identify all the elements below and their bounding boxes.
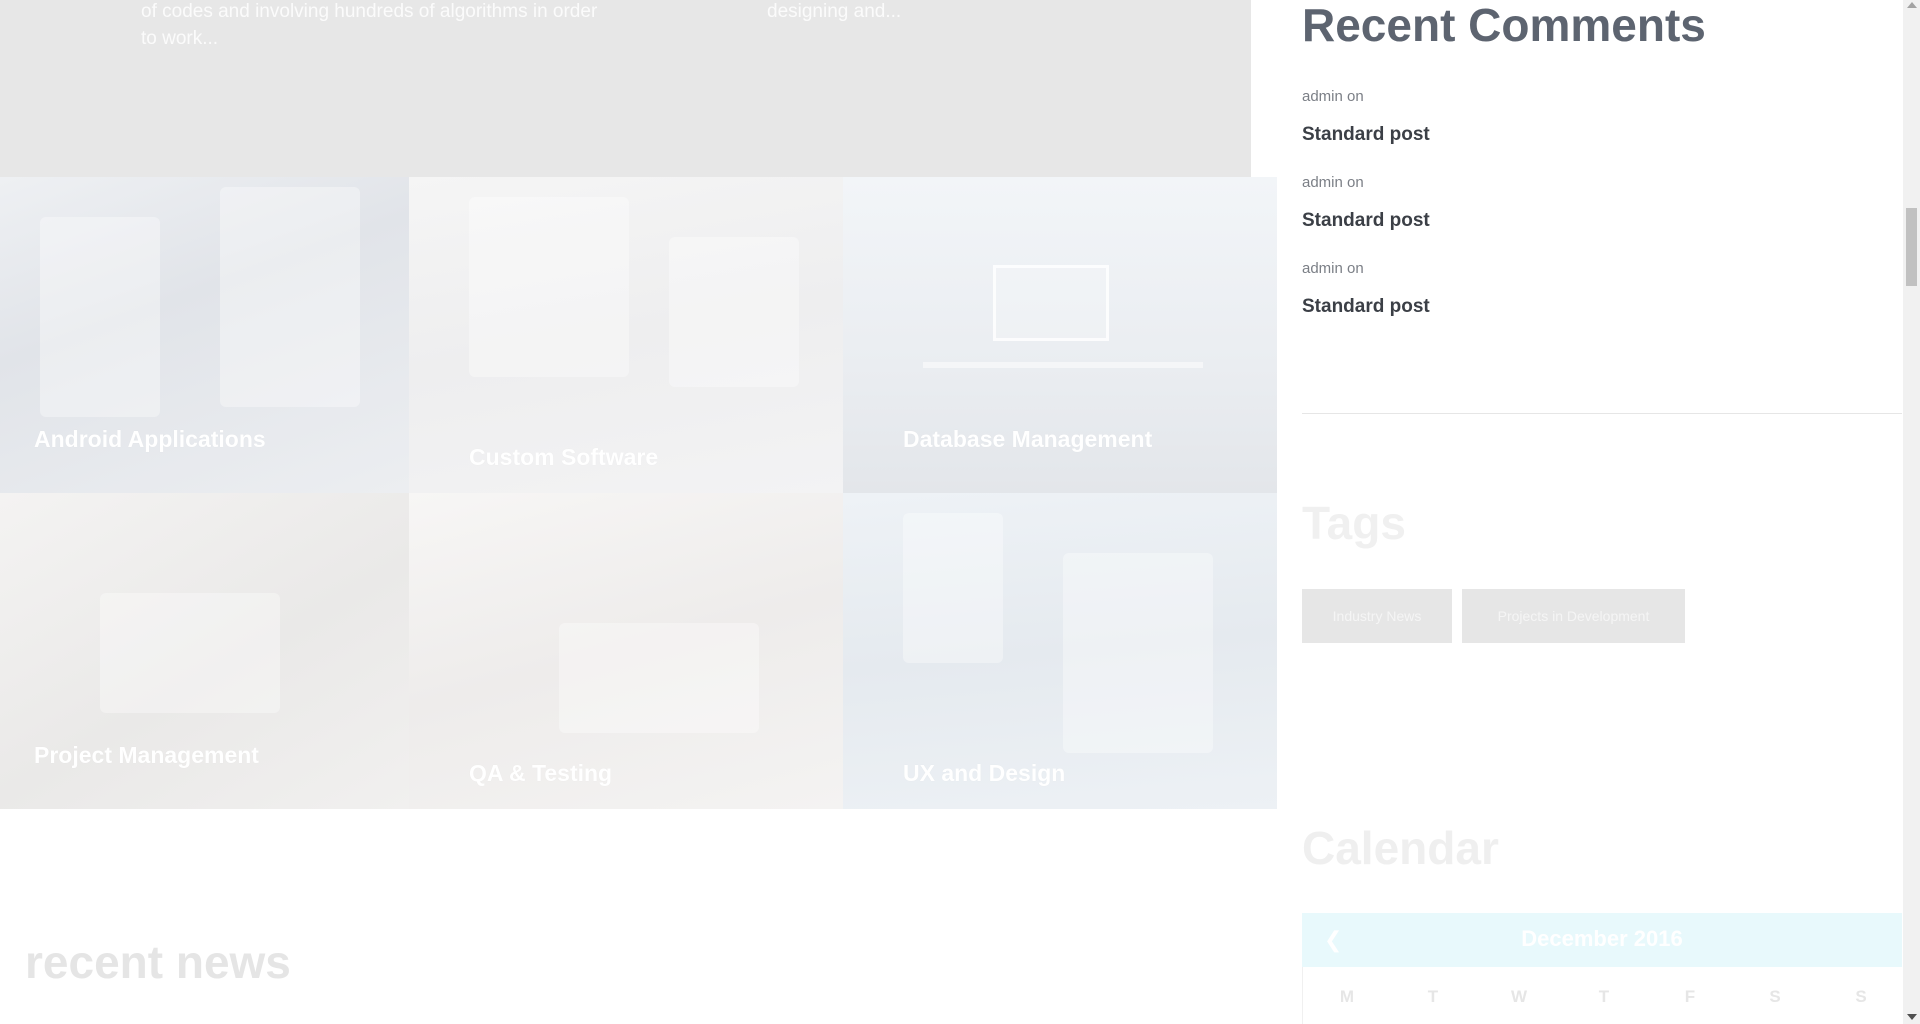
scroll-down-arrow-icon[interactable] (1907, 1014, 1917, 1020)
post-excerpt: of codes and involving hundreds of algor… (141, 1, 598, 49)
post-excerpt-strip: of codes and involving hundreds of algor… (0, 0, 1251, 177)
weekday: W (1510, 987, 1528, 1006)
weekday: F (1684, 987, 1696, 1006)
vertical-scrollbar[interactable] (1903, 0, 1920, 1024)
service-title: UX and Design (903, 760, 1066, 786)
services-grid: Android Applications Custom Software Dat… (0, 177, 1277, 809)
calendar-title: Calendar (1302, 822, 1499, 874)
service-tile-project-management[interactable]: Project Management (0, 493, 409, 809)
weekday: S (1769, 987, 1781, 1006)
comment-post-link[interactable]: Standard post (1302, 210, 1430, 232)
tag-industry-news[interactable]: Industry News (1302, 589, 1452, 643)
service-title: Project Management (34, 742, 259, 768)
service-title: QA & Testing (469, 760, 613, 786)
widget-divider (1302, 413, 1902, 414)
comment-meta: admin on (1302, 260, 1364, 277)
comment-meta: admin on (1302, 88, 1364, 105)
weekday: T (1427, 987, 1439, 1006)
service-title: Custom Software (469, 444, 659, 470)
service-title: Database Management (903, 426, 1153, 452)
calendar-header: ❮ December 2016 (1302, 913, 1902, 967)
comment-post-link[interactable]: Standard post (1302, 124, 1430, 146)
scroll-thumb[interactable] (1906, 208, 1917, 286)
weekday: T (1598, 987, 1610, 1006)
service-tile-custom-software[interactable]: Custom Software (409, 177, 843, 493)
weekday: S (1855, 987, 1867, 1006)
service-title: Android Applications (34, 426, 266, 452)
calendar-month: December 2016 (1521, 926, 1683, 951)
comment-post-link[interactable]: Standard post (1302, 296, 1430, 318)
recent-comments-title: Recent Comments (1302, 0, 1706, 51)
scroll-up-arrow-icon[interactable] (1907, 2, 1917, 8)
service-tile-ux-design[interactable]: UX and Design (843, 493, 1277, 809)
service-tile-database[interactable]: Database Management (843, 177, 1277, 493)
weekday: M (1339, 987, 1355, 1006)
post-excerpt: designing and... (767, 1, 902, 22)
service-tile-android[interactable]: Android Applications (0, 177, 409, 493)
calendar-weekdays: M T W T F S S (1302, 967, 1904, 1024)
tags-title: Tags (1302, 497, 1406, 549)
service-tile-qa-testing[interactable]: QA & Testing (409, 493, 843, 809)
comment-meta: admin on (1302, 174, 1364, 191)
tag-projects-in-development[interactable]: Projects in Development (1462, 589, 1685, 643)
recent-news-heading: recent news (25, 936, 291, 988)
